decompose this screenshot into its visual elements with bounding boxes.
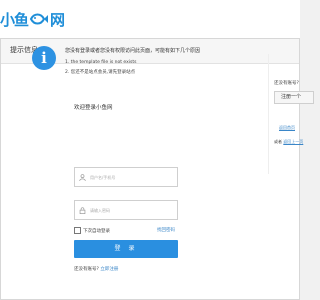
remember-label: 下次自动登录: [83, 228, 110, 234]
sidebar-divider: [268, 54, 269, 174]
register-line: 还没有账号? 立即注册: [74, 266, 118, 272]
username-input[interactable]: [90, 171, 174, 183]
or-text: 或者: [274, 139, 282, 144]
site-logo[interactable]: 小鱼 网: [0, 6, 65, 32]
password-field[interactable]: [74, 200, 178, 220]
sidebar-question: 还没有账号?: [274, 81, 299, 86]
password-input[interactable]: [90, 204, 174, 216]
logo-text-right: 网: [50, 10, 65, 29]
login-title: 欢迎登录小鱼网: [74, 105, 113, 111]
register-question: 还没有账号?: [74, 267, 99, 272]
user-icon: [79, 174, 86, 181]
lock-icon: [79, 207, 86, 214]
sidebar-register-button[interactable]: 注册一个: [274, 91, 314, 104]
reason-item: 1. the template file is not exists: [65, 60, 137, 65]
reason-item: 2. 您还不是站点会员,请先登录站点: [65, 70, 136, 75]
remember-me[interactable]: 下次自动登录: [74, 227, 110, 234]
home-link[interactable]: 返回首页: [279, 125, 295, 131]
forgot-password-link[interactable]: 找回密码: [157, 227, 175, 233]
sidebar-or-line: 或者 返回上一页: [274, 139, 303, 145]
message-main: 您没有登录或者您没有权限访问此页面，可能有如下几个原因: [65, 48, 201, 54]
remember-checkbox[interactable]: [74, 227, 81, 234]
info-icon: i: [32, 46, 56, 70]
login-button[interactable]: 登 录: [74, 240, 178, 258]
fish-logo-icon: [29, 13, 49, 25]
register-link[interactable]: 立即注册: [100, 267, 118, 272]
previous-page-link[interactable]: 返回上一页: [283, 139, 303, 144]
logo-text-left: 小鱼: [0, 10, 29, 29]
top-bar: 小鱼 网: [0, 0, 300, 39]
username-field[interactable]: [74, 167, 178, 187]
